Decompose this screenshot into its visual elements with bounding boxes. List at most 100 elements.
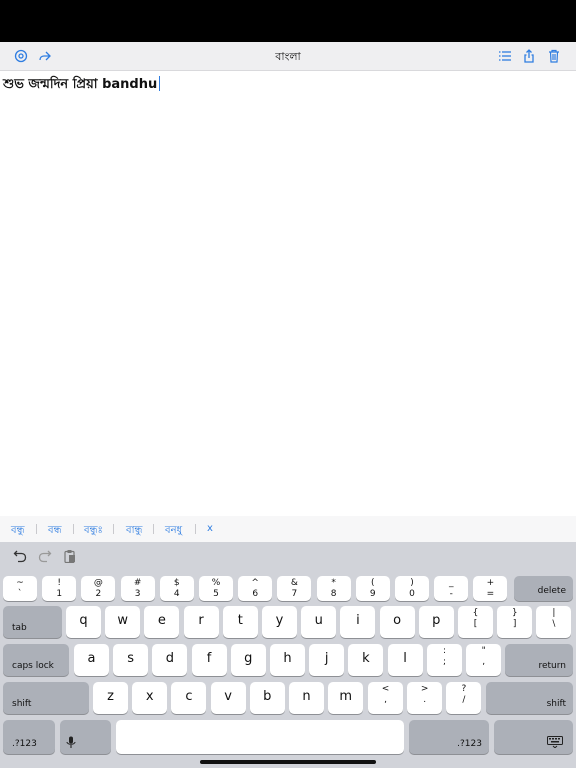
return-key[interactable]: return (505, 644, 573, 676)
suggestion-divider (195, 524, 196, 534)
tab-key[interactable]: tab (3, 606, 62, 638)
number-key[interactable]: ~ ` (3, 576, 37, 601)
number-key[interactable]: & 7 (277, 576, 312, 601)
suggestion-item[interactable]: বনধু (165, 523, 182, 540)
letter-key[interactable]: i (340, 606, 376, 638)
letter-key[interactable]: o (379, 606, 415, 638)
caps-lock-key[interactable]: caps lock (3, 644, 69, 676)
letter-key[interactable]: m (328, 682, 364, 714)
key-bottom-label: 8 (330, 589, 337, 599)
letter-key[interactable]: q (66, 606, 101, 638)
letter-key[interactable]: d (152, 644, 188, 676)
letter-key[interactable]: w (105, 606, 141, 638)
key-label: x (145, 689, 154, 704)
key-bottom-label: = (486, 589, 495, 599)
key-top-label: ( (371, 578, 375, 588)
letter-key[interactable]: p (418, 606, 454, 638)
number-key[interactable]: ! 1 (42, 576, 77, 601)
number-key[interactable]: $4 (159, 576, 194, 601)
letter-key[interactable]: y (262, 606, 297, 638)
symbol-key[interactable]: <, (368, 682, 403, 714)
letter-key[interactable]: x (132, 682, 168, 714)
letter-key[interactable]: e (144, 606, 180, 638)
number-key[interactable]: % 5 (199, 576, 233, 601)
key-label: v (224, 689, 232, 704)
key-top-label: ~ (16, 578, 24, 588)
letter-key[interactable]: l (387, 644, 423, 676)
delete-key[interactable]: delete (514, 576, 573, 601)
symbol-key[interactable]: }] (497, 606, 533, 638)
key-top-label: ^ (251, 578, 259, 588)
nav-bar: বাংলা (0, 42, 576, 71)
suggestion-item[interactable]: x (207, 523, 213, 534)
letter-key[interactable]: j (309, 644, 345, 676)
letter-key[interactable]: c (171, 682, 207, 714)
shift-left-key[interactable]: shift (3, 682, 89, 714)
letter-key[interactable]: z (93, 682, 128, 714)
trash-icon[interactable] (547, 49, 561, 63)
number-key[interactable]: ) 0 (395, 576, 429, 601)
number-key[interactable]: #3 (120, 576, 155, 601)
key-top-label: ! (57, 578, 61, 588)
key-bottom-label: 0 (409, 589, 415, 599)
key-label: t (237, 613, 243, 628)
key-bottom-label: ; (442, 657, 447, 667)
suggestion-bar: বন্ধু বন্ধ বন্ধুঃ বান্ধু বনধু x (0, 516, 576, 542)
number-key[interactable]: ^ 6 (238, 576, 273, 601)
dismiss-keyboard-key[interactable] (494, 720, 573, 754)
number-key[interactable]: _ - (434, 576, 469, 601)
text-editor[interactable]: শুভ জন্মদিন প্রিয়া bandhu (3, 75, 161, 96)
letter-key[interactable]: b (249, 682, 285, 714)
letter-key[interactable]: k (348, 644, 384, 676)
suggestion-item[interactable]: বন্ধুঃ (84, 523, 103, 540)
symbol-key[interactable]: ", (466, 644, 502, 676)
number-key[interactable]: @2 (81, 576, 116, 601)
key-top-label: : (442, 646, 447, 656)
key-label: s (127, 651, 135, 666)
letter-key[interactable]: r (183, 606, 219, 638)
undo-icon[interactable] (13, 549, 27, 563)
key-top-label: # (133, 578, 142, 588)
letter-key[interactable]: u (301, 606, 337, 638)
key-top-label: _ (448, 578, 454, 588)
number-key[interactable]: * 8 (316, 576, 351, 601)
letter-key[interactable]: s (113, 644, 149, 676)
key-bottom-label: 6 (252, 589, 259, 599)
key-bottom-label: 9 (369, 589, 376, 599)
numbers-left-key[interactable]: .?123 (3, 720, 55, 754)
letter-key[interactable]: v (210, 682, 246, 714)
symbol-key[interactable]: >. (407, 682, 443, 714)
key-top-label: & (290, 578, 298, 588)
dictation-key[interactable] (60, 720, 111, 754)
numbers-right-key[interactable]: .?123 (409, 720, 489, 754)
share-export-icon[interactable] (522, 49, 536, 63)
redo-icon[interactable] (38, 549, 52, 563)
paste-icon[interactable] (63, 549, 77, 563)
key-bottom-label: 3 (134, 589, 141, 599)
key-label: e (157, 613, 166, 628)
letter-key[interactable]: g (230, 644, 266, 676)
letter-key[interactable]: t (222, 606, 258, 638)
letter-key[interactable]: f (191, 644, 227, 676)
space-key[interactable] (116, 720, 404, 754)
letter-key[interactable]: h (270, 644, 305, 676)
suggestion-divider (153, 524, 154, 534)
letter-key[interactable]: a (74, 644, 109, 676)
suggestion-item[interactable]: বন্ধু (11, 523, 25, 540)
symbol-key[interactable]: {[ (458, 606, 493, 638)
number-key[interactable]: + = (473, 576, 508, 601)
key-bottom-label: / (462, 695, 466, 705)
letter-key[interactable]: n (289, 682, 324, 714)
key-top-label: " (481, 646, 486, 656)
key-label: w (117, 613, 128, 628)
key-top-label: $ (173, 578, 180, 588)
key-label: k (362, 651, 370, 666)
suggestion-item[interactable]: বান্ধু (126, 523, 142, 540)
symbol-key[interactable]: :; (427, 644, 462, 676)
list-icon[interactable] (498, 49, 512, 63)
suggestion-item[interactable]: বন্ধ (48, 523, 62, 540)
symbol-key[interactable]: ? / (446, 682, 482, 714)
symbol-key[interactable]: | \ (536, 606, 572, 638)
shift-right-key[interactable]: shift (486, 682, 573, 714)
number-key[interactable]: (9 (355, 576, 390, 601)
